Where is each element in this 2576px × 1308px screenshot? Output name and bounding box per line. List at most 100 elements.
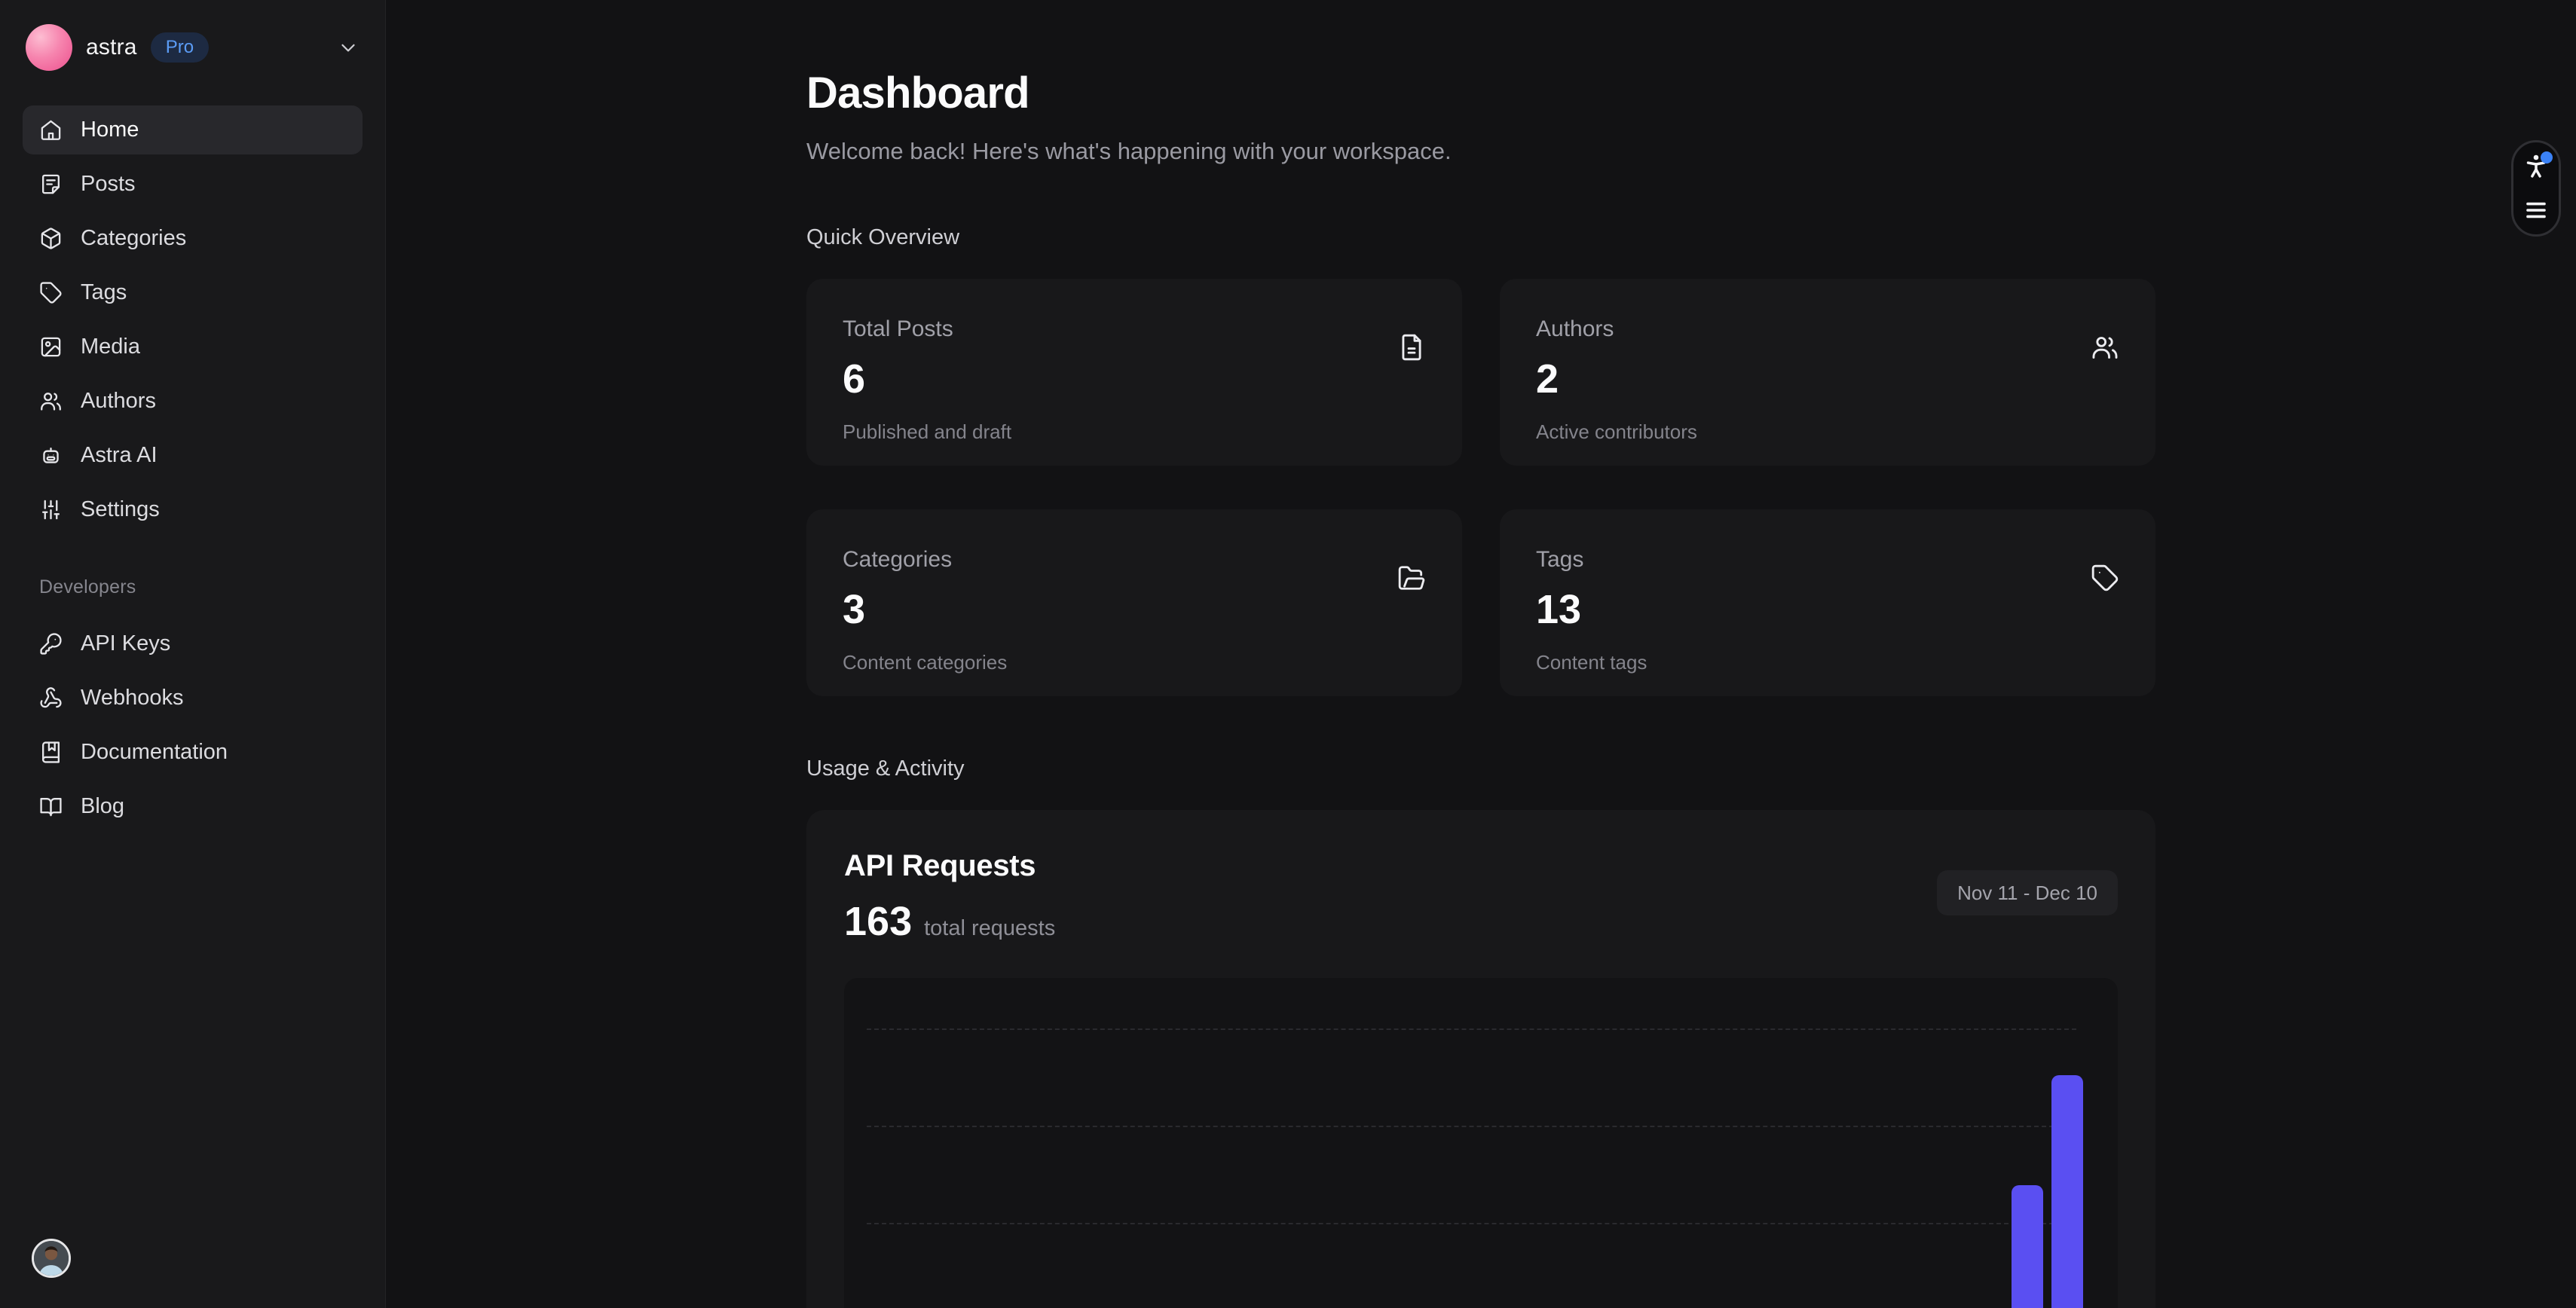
file-text-icon: [1397, 333, 1426, 362]
chart-bars: [874, 978, 2088, 1308]
sidebar-item-label: Authors: [81, 389, 156, 414]
sidebar-item-label: Home: [81, 118, 139, 142]
sidebar-item-label: Tags: [81, 280, 127, 305]
menu-icon: [2522, 197, 2550, 224]
user-avatar[interactable]: [32, 1239, 71, 1278]
sidebar-item-posts[interactable]: Posts: [23, 160, 363, 209]
chart-bar-slot: [1238, 978, 1279, 1308]
bot-icon: [39, 444, 63, 467]
chart-bar-slot: [1198, 978, 1238, 1308]
plan-badge: Pro: [151, 32, 209, 63]
card-label: Total Posts: [843, 316, 1426, 342]
sidebar-item-label: Blog: [81, 794, 124, 819]
main-content: Dashboard Welcome back! Here's what's ha…: [386, 0, 2576, 1308]
chart-bar-slot: [1602, 978, 1643, 1308]
page-subtitle: Welcome back! Here's what's happening wi…: [806, 138, 2155, 165]
sidebar-item-label: Posts: [81, 172, 136, 197]
workspace-logo: [26, 24, 72, 71]
chart-bar-slot: [1400, 978, 1441, 1308]
sidebar-item-astra-ai[interactable]: Astra AI: [23, 431, 363, 480]
accessibility-button[interactable]: [2522, 153, 2550, 180]
image-icon: [39, 335, 63, 359]
card-label: Categories: [843, 547, 1426, 573]
sidebar-item-home[interactable]: Home: [23, 105, 363, 154]
card-value: 6: [843, 356, 1426, 402]
chart-bar-slot: [1764, 978, 1805, 1308]
api-requests-title: API Requests: [844, 849, 1055, 883]
sidebar-item-api-keys[interactable]: API Keys: [23, 619, 363, 668]
chart-bar-slot: [915, 978, 956, 1308]
api-requests-card: API Requests 163 total requests Nov 11 -…: [806, 810, 2155, 1308]
sidebar-section-label: Developers: [23, 576, 363, 598]
tag-icon: [2091, 564, 2119, 592]
card-label: Authors: [1536, 316, 2119, 342]
menu-button[interactable]: [2522, 197, 2550, 224]
chart-bar-slot: [996, 978, 1036, 1308]
chart-bar-slot: [1279, 978, 1320, 1308]
sidebar-item-media[interactable]: Media: [23, 322, 363, 371]
webhook-icon: [39, 686, 63, 710]
chart-bar-slot: [2047, 978, 2088, 1308]
sidebar-item-categories[interactable]: Categories: [23, 214, 363, 263]
card-description: Content categories: [843, 651, 1426, 674]
sidebar: astra Pro Home Posts Categories Tags Media Au…: [0, 0, 386, 1308]
posts-icon: [39, 173, 63, 196]
workspace-name: astra: [86, 35, 137, 60]
sidebar-item-settings[interactable]: Settings: [23, 485, 363, 534]
overview-card-authors: Authors 2 Active contributors: [1500, 279, 2155, 466]
quick-overview-label: Quick Overview: [806, 225, 2155, 250]
card-value: 2: [1536, 356, 2119, 402]
chart-bar-slot: [1562, 978, 1602, 1308]
card-description: Active contributors: [1536, 420, 2119, 444]
card-value: 13: [1536, 586, 2119, 633]
chart-bar: [2012, 1185, 2043, 1308]
workspace-switcher[interactable]: astra Pro: [23, 23, 363, 72]
sidebar-item-documentation[interactable]: Documentation: [23, 728, 363, 777]
sidebar-item-label: Webhooks: [81, 686, 184, 711]
sidebar-item-label: Astra AI: [81, 443, 158, 468]
chart-bar-slot: [1724, 978, 1764, 1308]
usage-activity-label: Usage & Activity: [806, 756, 2155, 781]
package-icon: [39, 227, 63, 250]
sidebar-item-blog[interactable]: Blog: [23, 782, 363, 831]
chart-bar-slot: [1643, 978, 1684, 1308]
user-photo: [34, 1241, 69, 1276]
chart-bar-slot: [1117, 978, 1158, 1308]
chart-bar-slot: [1683, 978, 1724, 1308]
tag-icon: [39, 281, 63, 304]
sidebar-nav-developers: API Keys Webhooks Documentation Blog: [23, 619, 363, 831]
sidebar-item-label: Documentation: [81, 740, 228, 765]
overview-card-total-posts: Total Posts 6 Published and draft: [806, 279, 1462, 466]
book-marked-icon: [39, 741, 63, 764]
chart-bar-slot: [1966, 978, 2007, 1308]
api-requests-total-label: total requests: [924, 916, 1055, 941]
sidebar-item-webhooks[interactable]: Webhooks: [23, 674, 363, 723]
sidebar-item-authors[interactable]: Authors: [23, 377, 363, 426]
chart-bar-slot: [2007, 978, 2048, 1308]
chevron-down-icon: [337, 36, 359, 59]
card-description: Published and draft: [843, 420, 1426, 444]
overview-card-categories: Categories3Content categories: [806, 509, 1462, 696]
chart-bar-slot: [1158, 978, 1198, 1308]
key-icon: [39, 632, 63, 656]
card-description: Content tags: [1536, 651, 2119, 674]
api-requests-chart: [844, 978, 2118, 1308]
date-range-badge: Nov 11 - Dec 10: [1937, 870, 2118, 915]
chart-bar-slot: [1360, 978, 1400, 1308]
chart-bar-slot: [1481, 978, 1522, 1308]
chart-bar-slot: [1036, 978, 1077, 1308]
sidebar-item-tags[interactable]: Tags: [23, 268, 363, 317]
accessibility-widget: [2511, 140, 2561, 237]
chart-bar-slot: [874, 978, 915, 1308]
chart-bar-slot: [1845, 978, 1886, 1308]
card-label: Tags: [1536, 547, 2119, 573]
chart-bar-slot: [1926, 978, 1966, 1308]
folder-open-icon: [1397, 564, 1426, 592]
users-icon: [2091, 333, 2119, 362]
chart-bar-slot: [1319, 978, 1360, 1308]
chart-bar-slot: [1440, 978, 1481, 1308]
sidebar-item-label: Settings: [81, 497, 160, 522]
sidebar-item-label: Categories: [81, 226, 186, 251]
sidebar-item-label: API Keys: [81, 631, 170, 656]
overview-cards: Total Posts6Published and draftAuthors2A…: [806, 279, 2155, 696]
